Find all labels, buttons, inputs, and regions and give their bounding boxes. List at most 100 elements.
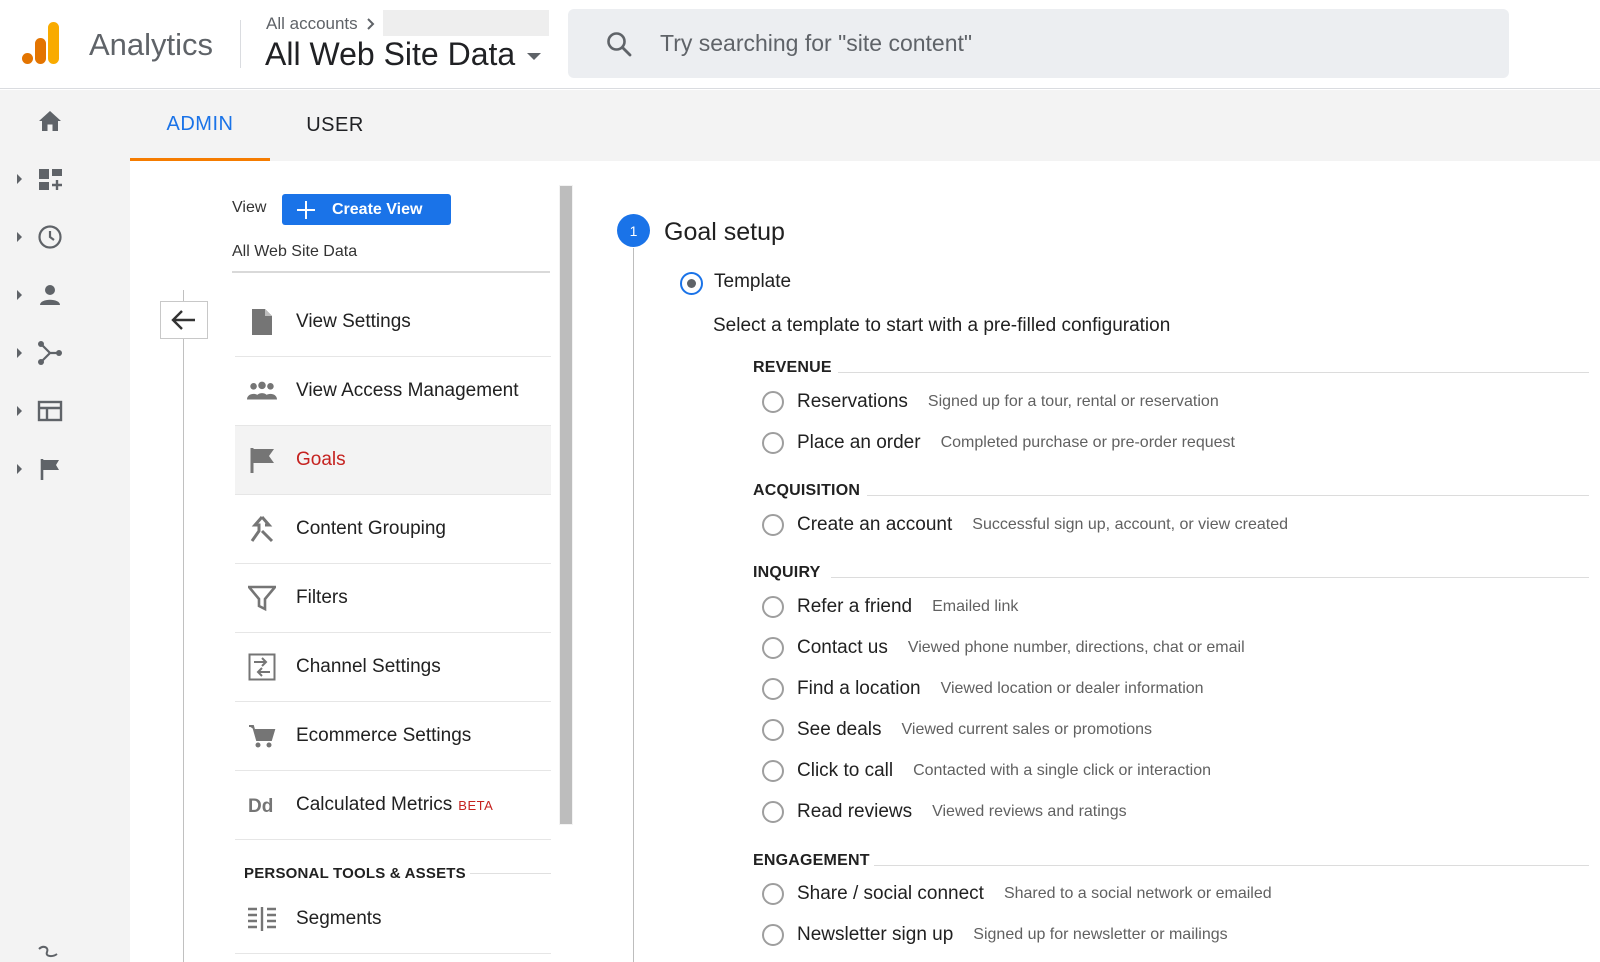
account-breadcrumb-label: All accounts [266, 14, 358, 33]
view-name-selector[interactable]: All Web Site Data [232, 243, 357, 261]
goal-option-click-to-call[interactable]: Click to call Contacted with a single cl… [762, 756, 1211, 786]
radio-button[interactable] [762, 924, 784, 946]
flag-icon [247, 445, 277, 475]
expand-arrow-icon [17, 348, 22, 358]
radio-button[interactable] [762, 596, 784, 618]
nav-item-ecommerce-settings[interactable]: Ecommerce Settings [235, 702, 551, 771]
admin-user-tabs: ADMIN USER [130, 90, 1600, 161]
category-divider [874, 865, 1589, 866]
nav-item-channel-settings[interactable]: Channel Settings [235, 633, 551, 702]
nav-item-label: Filters [296, 587, 348, 608]
view-selector[interactable]: All Web Site Data [265, 36, 542, 73]
rail-conversions[interactable] [0, 449, 100, 489]
option-label: Share / social connect [797, 883, 984, 904]
nav-item-view-access-management[interactable]: View Access Management [235, 357, 551, 426]
rail-behavior[interactable] [0, 391, 100, 431]
create-view-button[interactable]: Create View [282, 194, 451, 225]
goal-option-create-an-account[interactable]: Create an account Successful sign up, ac… [762, 510, 1288, 540]
goal-setup-title: Goal setup [664, 218, 785, 246]
home-icon [39, 111, 61, 131]
discover-icon[interactable] [37, 945, 61, 962]
goal-option-refer-a-friend[interactable]: Refer a friend Emailed link [762, 592, 1018, 622]
nav-item-segments[interactable]: Segments [235, 885, 551, 954]
radio-button[interactable] [762, 719, 784, 741]
search-bar[interactable] [568, 9, 1509, 78]
category-divider [831, 577, 1589, 578]
goal-option-see-deals[interactable]: See deals Viewed current sales or promot… [762, 715, 1152, 745]
search-input[interactable] [660, 30, 1460, 57]
rail-audience[interactable] [0, 275, 100, 315]
option-label: Refer a friend [797, 596, 913, 617]
create-view-label: Create View [332, 200, 423, 218]
channel-icon [247, 652, 277, 682]
rail-home[interactable] [0, 101, 100, 141]
rail-realtime[interactable] [0, 217, 100, 257]
back-button[interactable] [160, 301, 208, 339]
tab-user[interactable]: USER [270, 90, 400, 161]
step-connector-line [633, 248, 634, 962]
cart-icon [247, 721, 277, 751]
expand-arrow-icon [17, 406, 22, 416]
arrow-left-icon [171, 310, 195, 330]
template-radio[interactable] [680, 272, 703, 295]
nav-item-label: Channel Settings [296, 656, 441, 677]
audience-icon [40, 285, 60, 305]
document-icon [247, 307, 277, 337]
radio-button[interactable] [762, 760, 784, 782]
current-view-name: All Web Site Data [265, 36, 516, 72]
nav-item-calculated-metrics[interactable]: Dd Calculated Metrics BETA [235, 771, 551, 840]
option-label: Read reviews [797, 801, 913, 822]
search-icon [607, 31, 632, 56]
radio-button[interactable] [762, 801, 784, 823]
account-breadcrumb[interactable]: All accounts [266, 14, 376, 34]
option-description: Signed up for newsletter or mailings [973, 926, 1228, 943]
goal-option-read-reviews[interactable]: Read reviews Viewed reviews and ratings [762, 797, 1127, 827]
analytics-logo-icon[interactable] [22, 20, 62, 66]
header-divider [240, 20, 241, 68]
chevron-right-icon [366, 18, 375, 30]
radio-button[interactable] [762, 637, 784, 659]
category-divider [867, 495, 1589, 496]
rail-acquisition[interactable] [0, 333, 100, 373]
section-divider [470, 873, 551, 874]
nav-item-label: Calculated Metrics BETA [296, 794, 493, 816]
option-description: Signed up for a tour, rental or reservat… [927, 393, 1219, 410]
category-engagement: ENGAGEMENT [753, 852, 870, 869]
tab-admin[interactable]: ADMIN [130, 90, 270, 161]
nav-item-content-grouping[interactable]: Content Grouping [235, 495, 551, 564]
realtime-icon [38, 225, 62, 249]
goal-option-contact-us[interactable]: Contact us Viewed phone number, directio… [762, 633, 1245, 663]
goal-option-find-a-location[interactable]: Find a location Viewed location or deale… [762, 674, 1204, 704]
option-label: Create an account [797, 514, 953, 535]
goal-option-share-social-connect[interactable]: Share / social connect Shared to a socia… [762, 879, 1272, 909]
option-description: Viewed reviews and ratings [932, 803, 1127, 820]
option-description: Contacted with a single click or interac… [913, 762, 1211, 779]
radio-button[interactable] [762, 432, 784, 454]
goal-option-newsletter-sign-up[interactable]: Newsletter sign up Signed up for newslet… [762, 920, 1228, 950]
category-inquiry: INQUIRY [753, 564, 821, 581]
goal-option-reservations[interactable]: Reservations Signed up for a tour, renta… [762, 387, 1219, 417]
option-label: Place an order [797, 432, 921, 453]
nav-item-label: View Access Management [296, 380, 519, 401]
nav-item-goals[interactable]: Goals [235, 426, 551, 495]
caret-down-icon [527, 53, 542, 60]
nav-item-view-settings[interactable]: View Settings [235, 288, 551, 357]
dashboards-icon [39, 169, 62, 190]
goal-option-place-an-order[interactable]: Place an order Completed purchase or pre… [762, 428, 1235, 458]
left-nav-rail [0, 90, 130, 962]
radio-button[interactable] [762, 678, 784, 700]
radio-button[interactable] [762, 391, 784, 413]
calculated-metrics-label: Calculated Metrics [296, 794, 453, 815]
option-label: Reservations [797, 391, 908, 412]
nav-item-filters[interactable]: Filters [235, 564, 551, 633]
nav-item-label: View Settings [296, 311, 411, 332]
scrollbar-thumb[interactable] [560, 186, 572, 824]
nav-item-label: Segments [296, 908, 382, 929]
behavior-icon [37, 400, 63, 422]
content-grouping-icon [247, 514, 277, 544]
rail-customization[interactable] [0, 159, 100, 199]
personal-tools-header: PERSONAL TOOLS & ASSETS [244, 865, 466, 882]
radio-button[interactable] [762, 514, 784, 536]
nav-item-label: Content Grouping [296, 518, 446, 539]
radio-button[interactable] [762, 883, 784, 905]
